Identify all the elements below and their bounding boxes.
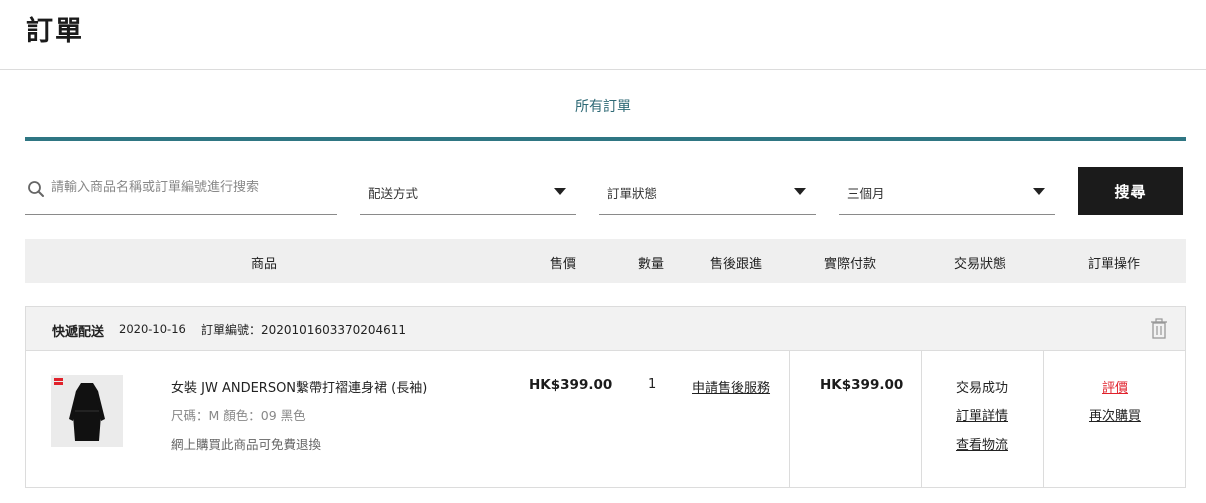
item-price: HK$399.00 [529,377,613,393]
time-period-value: 三個月 [847,186,885,201]
product-name[interactable]: 女裝 JW ANDERSON繫帶打褶連身裙 (長袖) [171,377,427,396]
time-period-select[interactable]: 三個月 [839,170,1055,215]
delivery-method-value: 配送方式 [368,186,419,201]
header-operation: 訂單操作 [1087,257,1140,272]
view-logistics-link[interactable]: 查看物流 [922,434,1042,453]
product-thumbnail[interactable] [51,375,123,447]
rebuy-link[interactable]: 再次購買 [1044,405,1186,424]
delivery-method-select[interactable]: 配送方式 [360,170,576,215]
header-trade-status: 交易狀態 [953,257,1006,272]
review-link[interactable]: 評價 [1044,377,1186,396]
actual-paid-amount: HK$399.00 [820,377,904,393]
page-title: 訂單 [26,16,84,47]
table-header: 商品 售價 數量 售後跟進 實際付款 交易狀態 訂單操作 [25,239,1186,283]
product-spec: 尺碼：M 顏色：09 黑色 [171,408,306,423]
title-divider [0,69,1206,70]
search-icon[interactable] [27,180,45,202]
chevron-down-icon [1033,188,1045,195]
order-card: 快遞配送 2020-10-16 訂單編號：202010160337020461​… [25,306,1186,488]
order-detail-link[interactable]: 訂單詳情 [922,405,1042,424]
order-status-value: 訂單狀態 [607,186,658,201]
search-button[interactable]: 搜尋 [1078,167,1183,215]
free-return-note: 網上購買此商品可免費退換 [171,437,322,452]
trade-status-text: 交易成功 [955,381,1008,396]
chevron-down-icon [554,188,566,195]
order-delivery-method: 快遞配送 [52,325,105,340]
after-sales-link[interactable]: 申請售後服務 [692,377,770,396]
order-date: 2020-10-16 [119,322,186,336]
header-quantity: 數量 [637,257,664,272]
order-header: 快遞配送 2020-10-16 訂單編號：202010160337020461​… [26,307,1185,351]
trash-icon[interactable] [1149,318,1169,344]
header-product: 商品 [250,257,277,272]
tab-active-underline [25,137,1186,141]
search-field [25,170,337,215]
header-price: 售價 [549,257,576,272]
order-status-select[interactable]: 訂單狀態 [599,170,816,215]
header-after-sales: 售後跟進 [709,257,762,272]
item-quantity: 1 [648,377,657,392]
order-number: 訂單編號：202010160337020461​1 [201,323,407,337]
chevron-down-icon [794,188,806,195]
tab-all-orders[interactable]: 所有訂單 [0,96,1206,116]
search-input[interactable] [51,180,331,195]
header-actual-paid: 實際付款 [823,257,876,272]
column-divider [789,351,790,487]
